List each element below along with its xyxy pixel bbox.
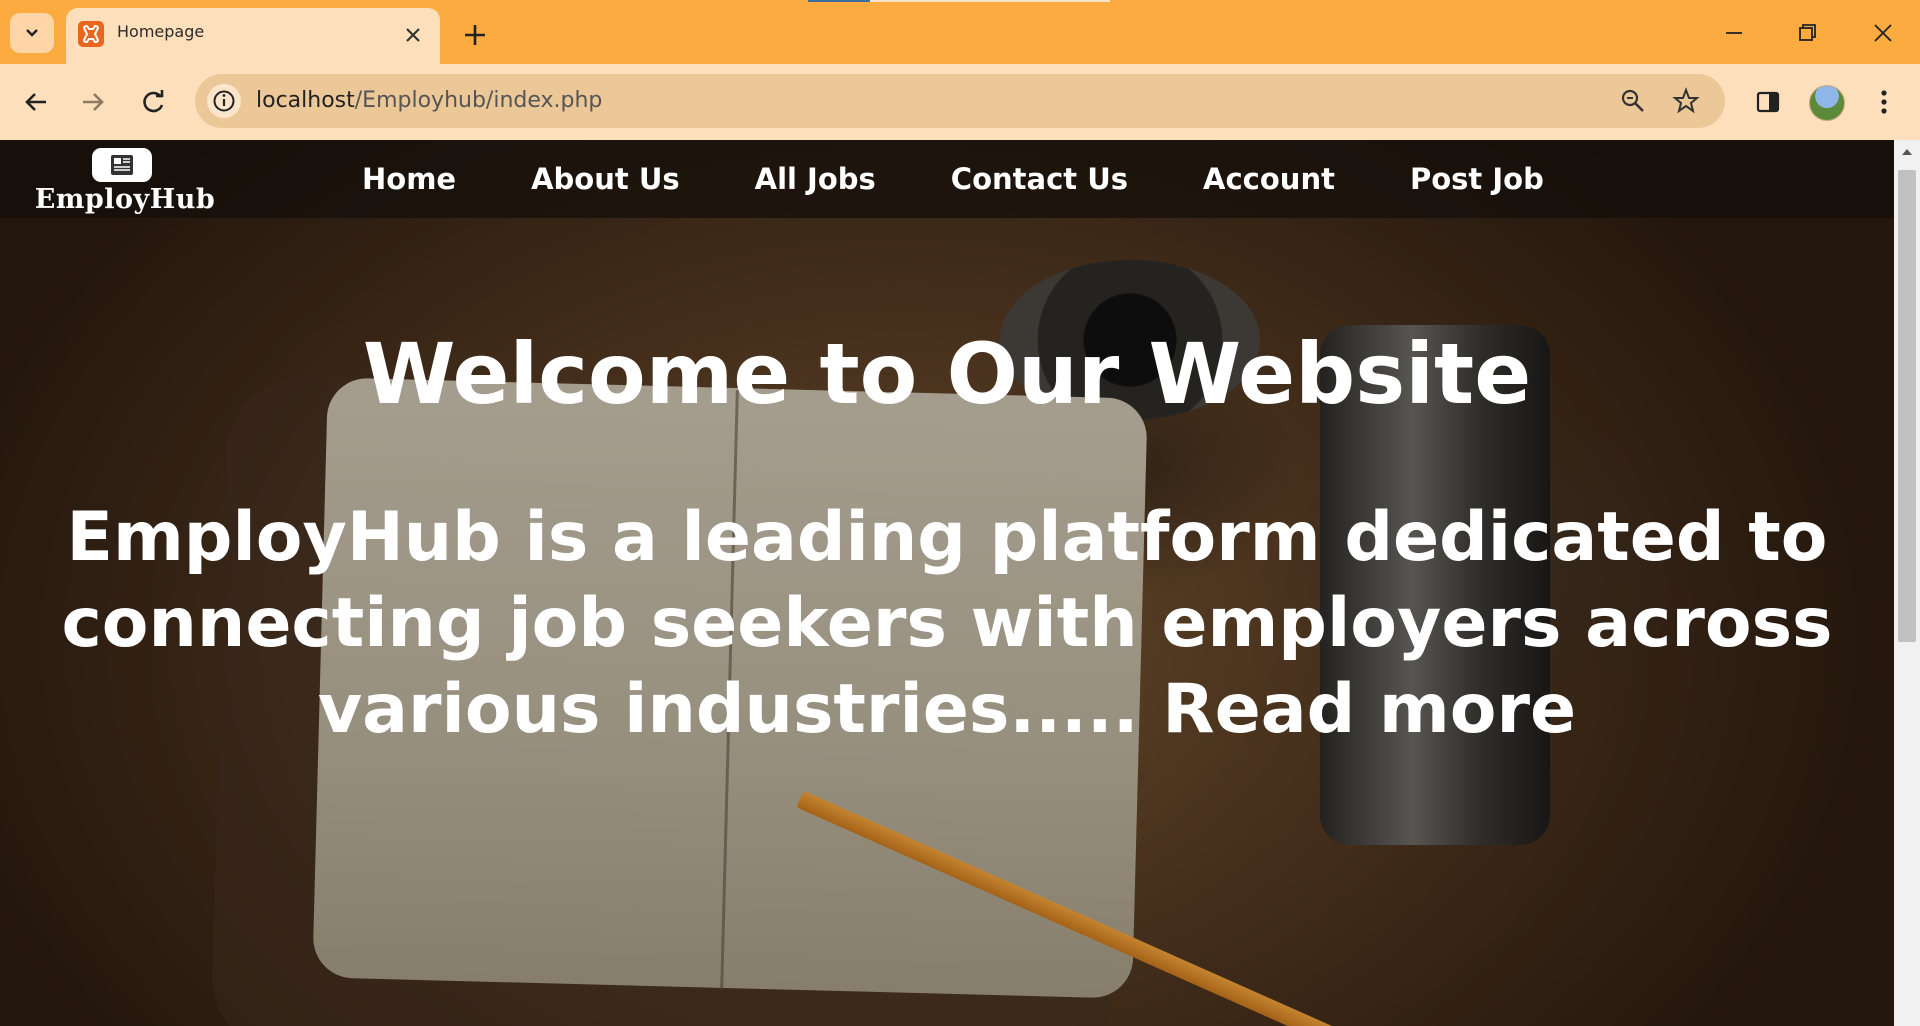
close-window-icon[interactable]	[1868, 18, 1898, 48]
newspaper-icon	[111, 155, 133, 175]
restore-icon[interactable]	[1792, 18, 1822, 48]
tab-homepage[interactable]: Homepage	[66, 8, 440, 64]
tab-title: Homepage	[117, 22, 205, 41]
nav-all-jobs[interactable]: All Jobs	[755, 162, 876, 196]
close-icon[interactable]	[401, 23, 425, 47]
forward-arrow-icon[interactable]	[77, 86, 109, 118]
chevron-down-icon	[26, 29, 38, 37]
scrollbar-thumb[interactable]	[1898, 170, 1916, 642]
site-navbar: EmployHub Home About Us All Jobs Contact…	[0, 140, 1894, 218]
scroll-up-arrow-icon[interactable]	[1902, 148, 1912, 156]
read-more-link[interactable]: Read more	[1162, 670, 1576, 749]
browser-toolbar: localhost/Employhub/index.php	[0, 64, 1920, 140]
xampp-icon	[78, 21, 104, 47]
side-panel-icon[interactable]	[1752, 86, 1784, 118]
page-viewport: EmployHub Home About Us All Jobs Contact…	[0, 140, 1894, 1026]
url-path: /Employhub/index.php	[354, 88, 603, 113]
tab-search-button[interactable]	[10, 13, 54, 53]
site-info-button[interactable]	[207, 84, 241, 118]
reload-icon[interactable]	[137, 86, 169, 118]
address-bar[interactable]: localhost/Employhub/index.php	[195, 74, 1725, 128]
page-scrollbar[interactable]	[1894, 140, 1920, 1026]
site-logo[interactable]: EmployHub	[14, 146, 236, 216]
zoom-icon[interactable]	[1619, 87, 1647, 115]
back-arrow-icon[interactable]	[20, 86, 52, 118]
url-text[interactable]: localhost/Employhub/index.php	[256, 88, 602, 113]
minimize-icon[interactable]	[1719, 18, 1749, 48]
main-menu: Home About Us All Jobs Contact Us Accoun…	[362, 162, 1619, 196]
star-icon[interactable]	[1672, 87, 1700, 115]
logo-text: EmployHub	[34, 184, 216, 215]
url-host: localhost	[256, 88, 355, 113]
nav-post-job[interactable]: Post Job	[1410, 162, 1544, 196]
plus-icon[interactable]	[460, 20, 490, 50]
nav-account[interactable]: Account	[1203, 162, 1335, 196]
browser-chrome: Homepage localhost/Employhub/index.php	[0, 0, 1920, 140]
tab-strip: Homepage	[0, 0, 1920, 64]
nav-contact-us[interactable]: Contact Us	[951, 162, 1128, 196]
nav-home[interactable]: Home	[362, 162, 456, 196]
logo-badge	[92, 148, 152, 182]
profile-avatar[interactable]	[1809, 85, 1845, 121]
nav-about-us[interactable]: About Us	[531, 162, 680, 196]
info-icon	[213, 90, 235, 112]
hero-description: EmployHub is a leading platform dedicate…	[20, 495, 1874, 753]
hero-title: Welcome to Our Website	[362, 325, 1532, 423]
menu-dots-icon[interactable]	[1868, 86, 1900, 118]
